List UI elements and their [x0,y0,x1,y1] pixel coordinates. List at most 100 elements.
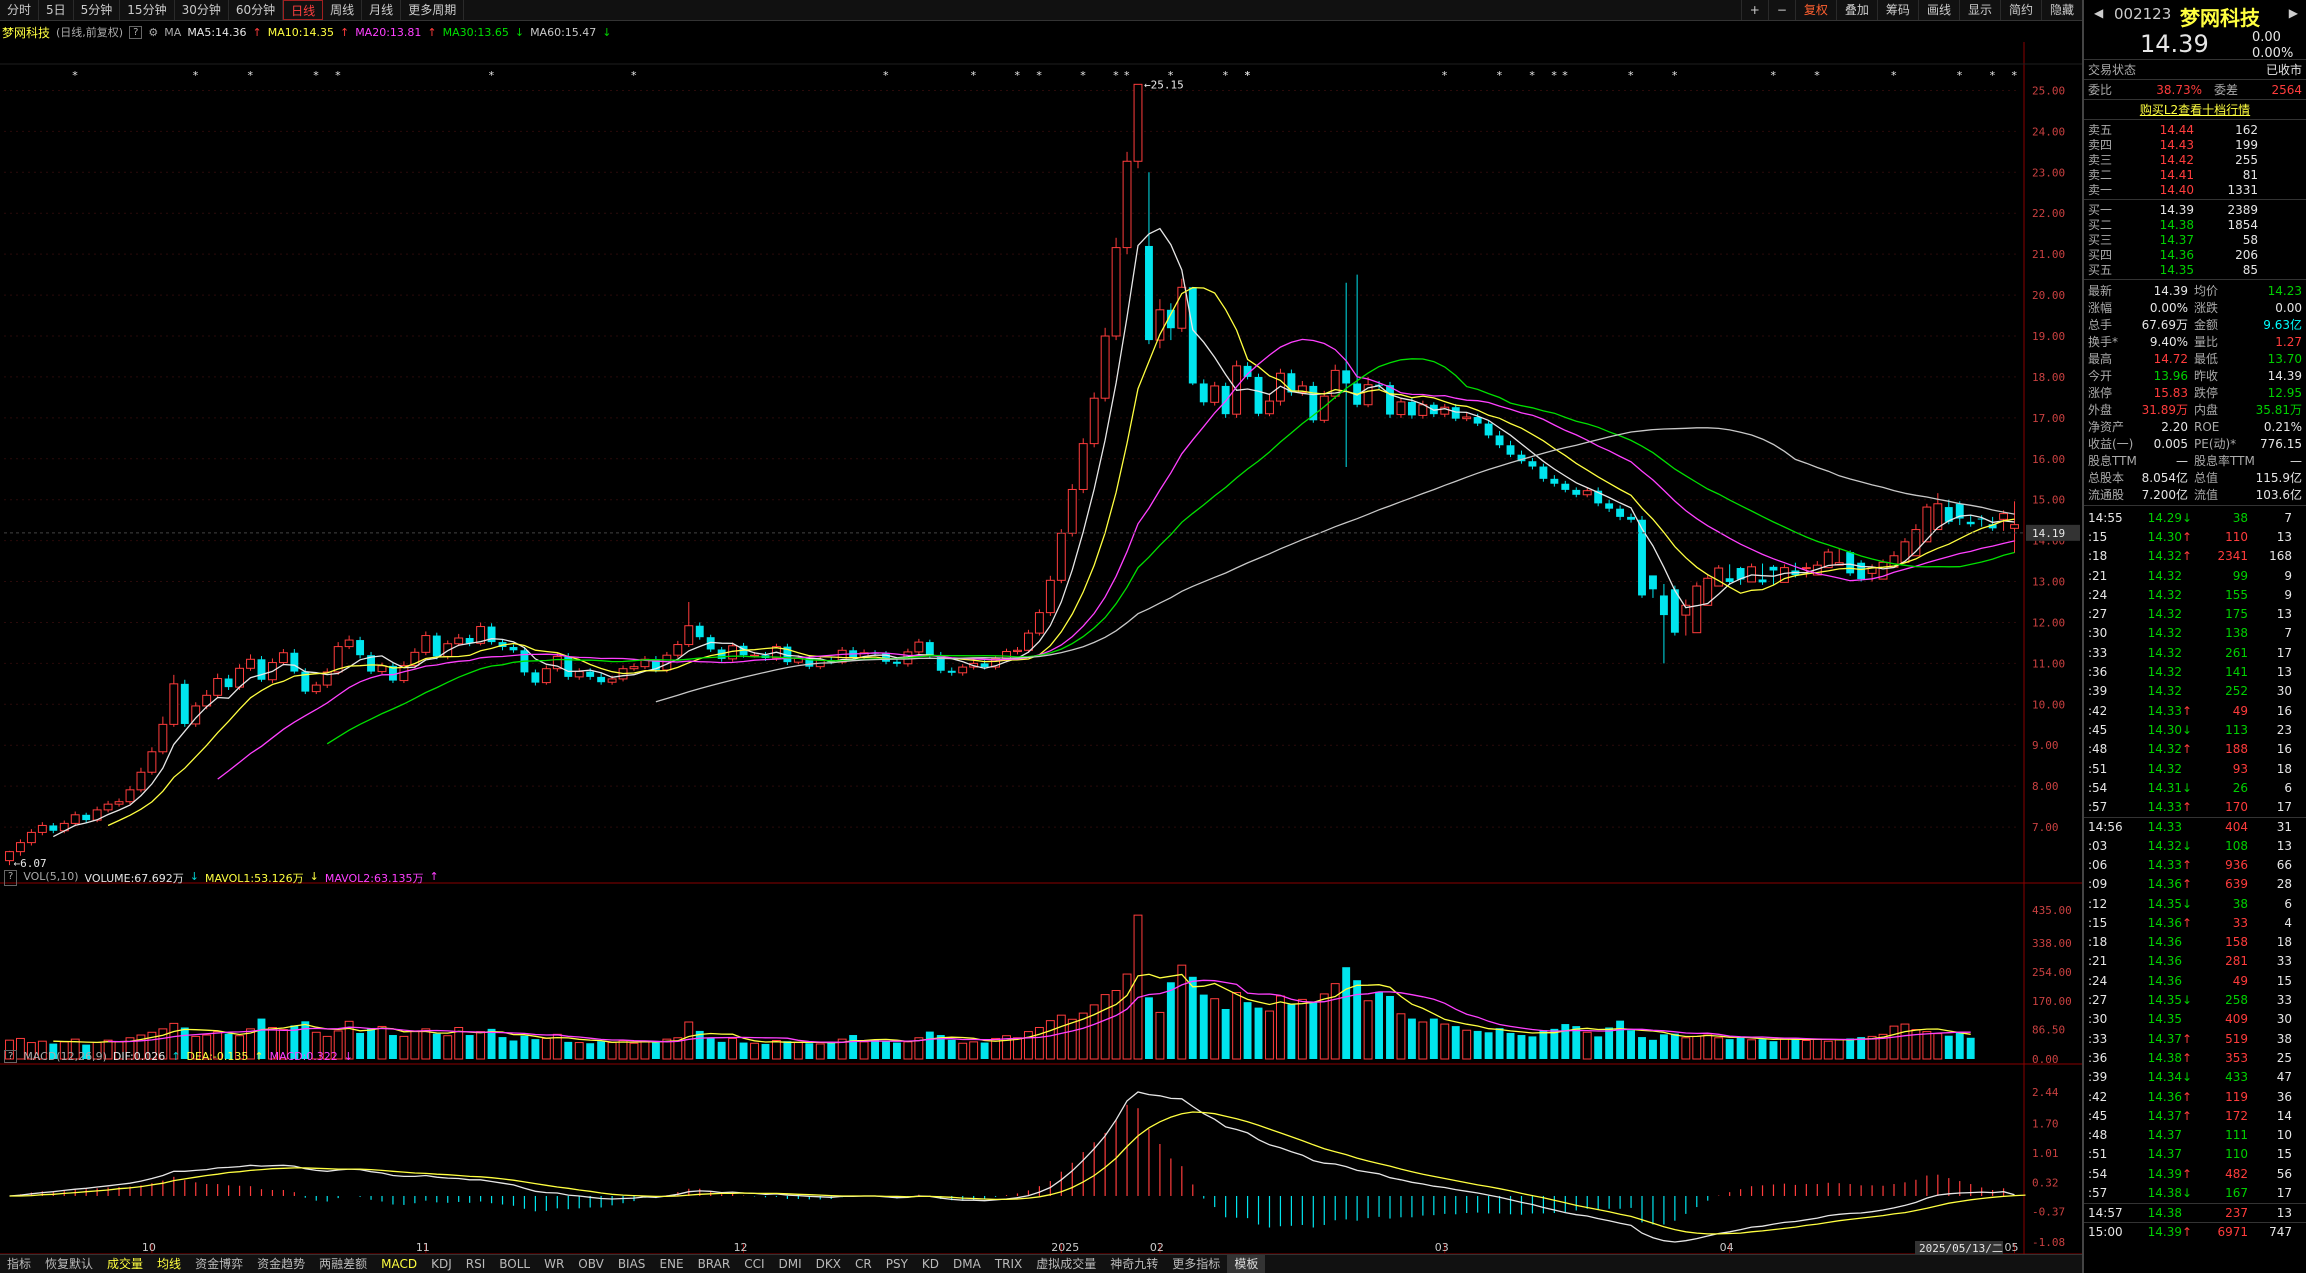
candle[interactable] [1495,430,1504,449]
event-marker-icon[interactable]: * [1672,69,1678,82]
kline-chart-area[interactable]: 25.00 24.00 23.00 22.00 21.00 20.00 19.00 18.00… [0,21,2082,1254]
tool-btn-0[interactable]: + [1740,0,1768,20]
candle[interactable] [695,622,704,640]
event-marker-icon[interactable]: * [1562,69,1568,82]
candle[interactable] [1659,583,1668,664]
candle[interactable] [1462,412,1472,422]
period-btn-0[interactable]: 分时 [0,0,40,20]
event-marker-icon[interactable]: * [971,69,977,82]
period-btn-4[interactable]: 30分钟 [175,0,229,20]
candle[interactable] [235,664,245,690]
candle[interactable] [1627,513,1635,523]
period-btn-6[interactable]: 日线 [283,0,324,20]
candle[interactable] [136,767,146,793]
candle[interactable] [1013,647,1022,655]
candle[interactable] [1199,379,1208,406]
indicator-15[interactable]: BRAR [691,1255,738,1273]
event-marker-icon[interactable]: * [631,69,637,82]
candle[interactable] [1528,457,1537,470]
candle[interactable] [684,602,694,648]
vol-help-icon[interactable]: ? [4,870,18,886]
candle[interactable] [344,635,354,650]
candle[interactable] [1034,609,1044,636]
tool-btn-7[interactable]: 简约 [1999,0,2041,20]
event-marker-icon[interactable]: * [193,69,199,82]
tool-btn-5[interactable]: 画线 [1917,0,1959,20]
event-marker-icon[interactable]: * [1990,69,1996,82]
indicator-26[interactable]: 更多指标 [1165,1255,1227,1273]
candle[interactable] [432,632,441,660]
candle[interactable] [1616,505,1625,521]
candle[interactable] [1309,381,1318,423]
period-btn-8[interactable]: 月线 [362,0,402,20]
event-marker-icon[interactable]: * [1124,69,1130,82]
indicator-1[interactable]: 恢复默认 [38,1255,100,1273]
candle[interactable] [311,681,321,695]
candle[interactable] [893,659,901,667]
indicator-12[interactable]: OBV [571,1255,611,1273]
event-marker-icon[interactable]: * [489,69,495,82]
candle[interactable] [1145,172,1153,345]
candle[interactable] [1572,487,1581,498]
candle[interactable] [1594,487,1603,507]
candle[interactable] [947,667,956,676]
settings-gear-icon[interactable]: ⚙ [148,26,158,39]
candle[interactable] [37,822,47,836]
event-marker-icon[interactable]: * [335,69,341,82]
candle[interactable] [377,662,387,675]
tool-btn-2[interactable]: 复权 [1794,0,1836,20]
indicator-4[interactable]: 资金博弈 [188,1255,250,1273]
indicator-7[interactable]: MACD [374,1255,424,1273]
candle[interactable] [1605,499,1614,512]
candle[interactable] [1725,564,1734,585]
indicator-10[interactable]: BOLL [492,1255,537,1273]
indicator-24[interactable]: 虚拟成交量 [1029,1255,1103,1273]
indicator-17[interactable]: DMI [772,1255,809,1273]
candle[interactable] [1692,582,1702,634]
indicator-20[interactable]: PSY [879,1255,915,1273]
candle[interactable] [1089,392,1099,448]
indicator-14[interactable]: ENE [652,1255,690,1273]
candle[interactable] [1955,501,1964,526]
tool-btn-8[interactable]: 隐藏 [2040,0,2082,20]
candle[interactable] [1506,440,1515,458]
candle[interactable] [278,649,288,666]
indicator-13[interactable]: BIAS [611,1255,653,1273]
next-stock-icon[interactable]: ▶ [2289,6,2298,20]
candle[interactable] [1122,151,1132,255]
event-marker-icon[interactable]: * [1770,69,1776,82]
indicator-8[interactable]: KDJ [424,1255,459,1273]
candle[interactable] [1100,327,1110,402]
candle[interactable] [1736,566,1745,585]
candle[interactable] [290,649,299,674]
candle[interactable] [1133,83,1143,169]
period-btn-9[interactable]: 更多周期 [401,0,465,20]
period-btn-1[interactable]: 5日 [39,0,74,20]
indicator-5[interactable]: 资金趋势 [250,1255,312,1273]
candle[interactable] [574,668,584,680]
candle[interactable] [1353,274,1362,408]
candle[interactable] [1045,575,1055,616]
indicator-2[interactable]: 成交量 [100,1255,150,1273]
candle[interactable] [914,638,924,655]
event-marker-icon[interactable]: * [72,69,78,82]
period-btn-3[interactable]: 15分钟 [120,0,175,20]
indicator-16[interactable]: CCI [737,1255,771,1273]
candle[interactable] [541,665,551,685]
candle[interactable] [1254,373,1263,417]
candle[interactable] [147,747,157,775]
period-btn-2[interactable]: 5分钟 [74,0,121,20]
indicator-25[interactable]: 神奇九转 [1103,1255,1165,1273]
candle[interactable] [103,800,113,813]
candle[interactable] [213,673,223,699]
candle[interactable] [1396,398,1406,418]
candle[interactable] [180,679,189,727]
candle[interactable] [597,673,606,685]
period-btn-7[interactable]: 周线 [323,0,363,20]
event-marker-icon[interactable]: * [1891,69,1897,82]
period-btn-5[interactable]: 60分钟 [229,0,284,20]
candle[interactable] [49,822,58,834]
kline-chart[interactable]: 25.00 24.00 23.00 22.00 21.00 20.00 19.00 18.00… [0,21,2082,1254]
event-marker-icon[interactable]: * [1036,69,1042,82]
candle[interactable] [1681,599,1691,636]
